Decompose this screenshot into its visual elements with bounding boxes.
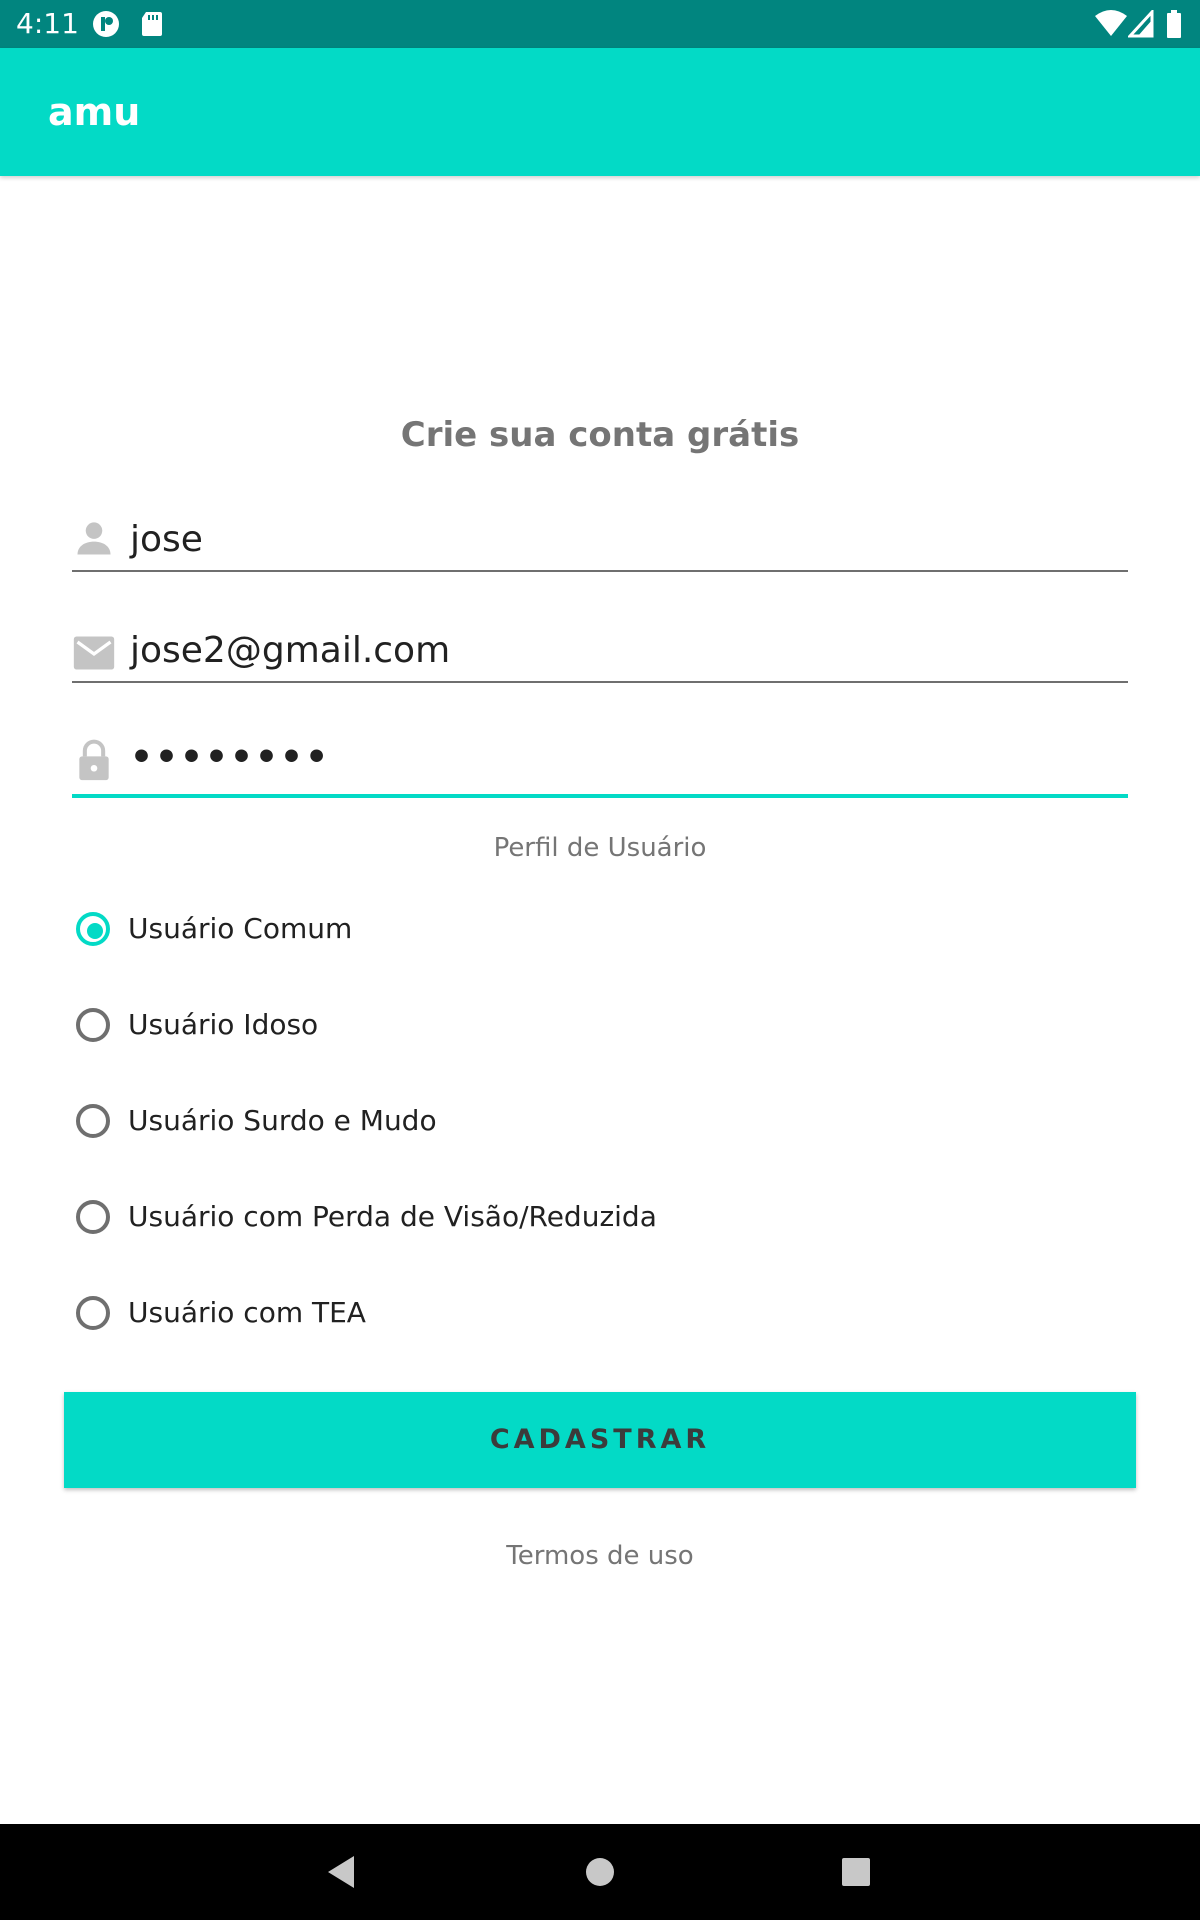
navigation-bar: [0, 1824, 1200, 1920]
app-bar: amu: [0, 48, 1200, 176]
radio-dot: [87, 923, 103, 939]
radio-option-usuario-com-tea[interactable]: Usuário com TEA: [72, 1286, 872, 1346]
radio-button[interactable]: [76, 1104, 110, 1138]
radio-label: Usuário com TEA: [128, 1296, 366, 1329]
radio-button[interactable]: [76, 1008, 110, 1042]
profile-label: Perfil de Usuário: [493, 833, 707, 863]
terms-of-use-link[interactable]: Termos de uso: [0, 1534, 1200, 1578]
email-field[interactable]: jose2@gmail.com: [72, 601, 1128, 683]
radio-label: Usuário com Perda de Visão/Reduzida: [128, 1200, 657, 1233]
radio-label: Usuário Comum: [128, 912, 353, 945]
battery-icon: [1167, 10, 1181, 38]
recents-icon[interactable]: [836, 1852, 876, 1892]
password-field[interactable]: ••••••••: [72, 714, 1128, 798]
lock-icon: [79, 739, 109, 781]
radio-button[interactable]: [76, 1200, 110, 1234]
cadastrar-button[interactable]: CADASTRAR: [64, 1392, 1136, 1488]
screen: 4:11 amu Crie sua conta grátis jose jose…: [0, 0, 1200, 1920]
name-input-value: jose: [130, 519, 203, 560]
wifi-icon: [1095, 10, 1127, 36]
page-title: Crie sua conta grátis: [400, 415, 800, 455]
radio-option-usuario-comum[interactable]: Usuário Comum: [72, 902, 872, 962]
status-time: 4:11: [16, 7, 79, 40]
media-icon: [93, 11, 119, 37]
sd-card-icon: [142, 12, 162, 36]
signal-icon: [1128, 10, 1154, 38]
status-bar: 4:11: [0, 0, 1200, 48]
name-field[interactable]: jose: [72, 490, 1128, 572]
person-icon: [77, 522, 111, 555]
email-input-value: jose2@gmail.com: [130, 630, 451, 671]
radio-button-checked[interactable]: [76, 912, 110, 946]
radio-label: Usuário Surdo e Mudo: [128, 1104, 437, 1137]
radio-option-usuario-idoso[interactable]: Usuário Idoso: [72, 998, 872, 1058]
password-input-value: ••••••••: [130, 737, 331, 778]
radio-label: Usuário Idoso: [128, 1008, 319, 1041]
back-icon[interactable]: [322, 1852, 362, 1892]
radio-option-usuario-perda-de-visao[interactable]: Usuário com Perda de Visão/Reduzida: [72, 1190, 872, 1250]
home-icon[interactable]: [580, 1852, 620, 1892]
radio-option-usuario-surdo-e-mudo[interactable]: Usuário Surdo e Mudo: [72, 1094, 872, 1154]
email-icon: [73, 636, 115, 670]
radio-button[interactable]: [76, 1296, 110, 1330]
app-title: amu: [48, 90, 141, 134]
